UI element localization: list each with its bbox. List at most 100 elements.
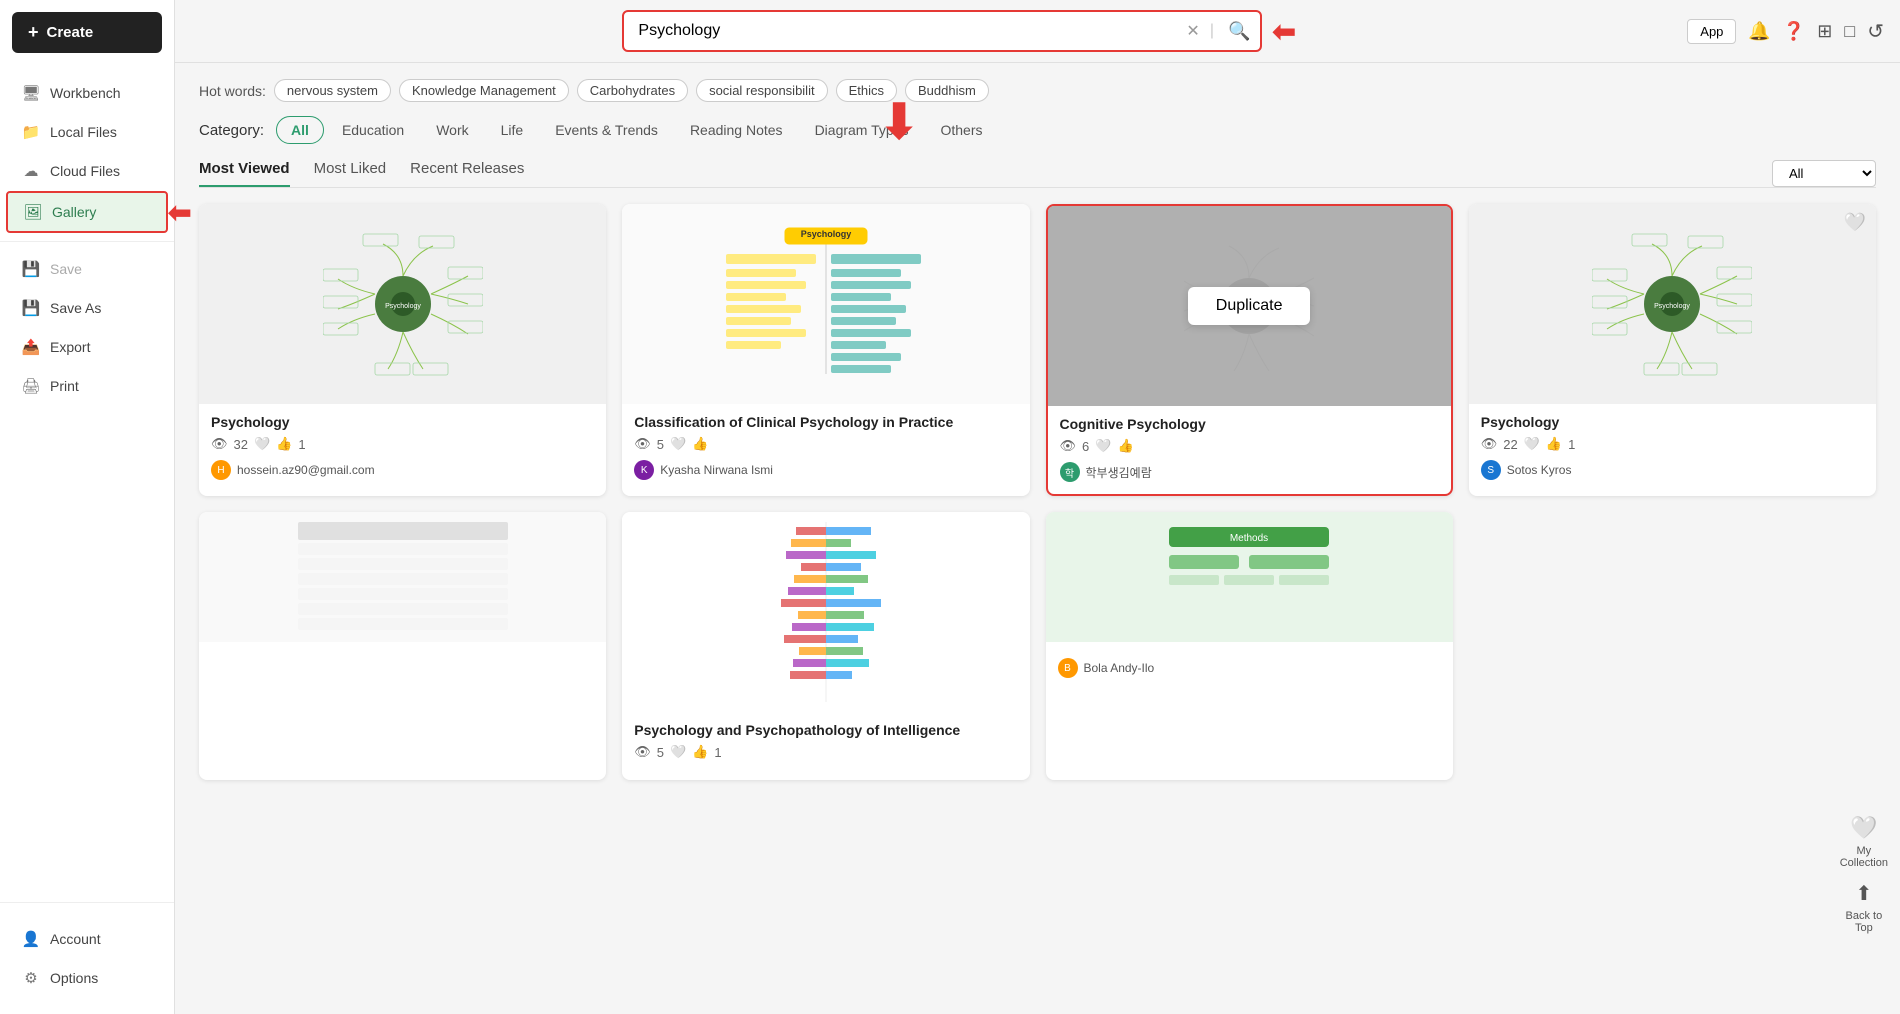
card-info-7: B Bola Andy-Ilo (1046, 642, 1453, 690)
back-to-top-icon: ⬆ (1855, 881, 1872, 906)
card-cognitive-psychology[interactable]: Duplicate Cognitive Psychology 👁 6 🤍 👍 학… (1046, 204, 1453, 496)
card-author-3: 학 학부생김예람 (1060, 462, 1439, 482)
view-count-4: 22 (1503, 437, 1517, 452)
card-author-7: B Bola Andy-Ilo (1058, 658, 1441, 678)
sidebar-item-export-label: Export (50, 339, 90, 355)
card-title-6: Psychology and Psychopathology of Intell… (634, 722, 1017, 738)
category-events[interactable]: Events & Trends (541, 117, 672, 143)
card-stats-6: 👁 5 🤍 👍 1 (634, 744, 1017, 760)
view-icon-1: 👁 (211, 436, 228, 452)
card-psychopathology[interactable]: Psychology and Psychopathology of Intell… (622, 512, 1029, 780)
sidebar-item-gallery-label: Gallery (52, 204, 96, 220)
filter-select[interactable]: All Education Work Life (1772, 160, 1876, 187)
sidebar-item-options[interactable]: ⚙ Options (6, 959, 168, 997)
card-table-5[interactable] (199, 512, 606, 780)
card-psychology-1[interactable]: Psychology (199, 204, 606, 496)
category-all[interactable]: All (276, 116, 324, 144)
author-name-3: 학부생김예람 (1086, 464, 1152, 481)
card-author-1: H hossein.az90@gmail.com (211, 460, 594, 480)
like-icon-2[interactable]: 🤍 (670, 436, 686, 452)
expand-icon[interactable]: □ (1844, 21, 1855, 42)
card-info-1: Psychology 👁 32 🤍 👍 1 H hossein.az90@gma… (199, 404, 606, 492)
create-button[interactable]: + Create (12, 12, 162, 53)
category-reading[interactable]: Reading Notes (676, 117, 797, 143)
sidebar-item-save-label: Save (50, 261, 82, 277)
like-icon-4[interactable]: 🤍 (1524, 436, 1540, 452)
tab-most-viewed[interactable]: Most Viewed (199, 160, 290, 187)
sidebar-item-cloud-files[interactable]: ☁ Cloud Files (6, 152, 168, 190)
like-count-6: 1 (714, 745, 721, 760)
hot-word-ethics[interactable]: Ethics (836, 79, 897, 102)
options-icon: ⚙ (22, 969, 40, 987)
thumb-icon-6[interactable]: 👍 (692, 744, 708, 760)
tab-recent-releases[interactable]: Recent Releases (410, 160, 524, 187)
card-thumb-5 (199, 512, 606, 642)
card-thumb-4: Psychology (1469, 204, 1876, 404)
my-collection-button[interactable]: 🤍 MyCollection (1840, 815, 1888, 869)
search-input[interactable] (624, 12, 1180, 50)
help-icon[interactable]: ❓ (1783, 21, 1805, 42)
category-life[interactable]: Life (487, 117, 538, 143)
card-psychology-4[interactable]: 🤍 Psychology (1469, 204, 1876, 496)
view-icon-4: 👁 (1481, 436, 1498, 452)
card-methods[interactable]: Methods B Bola Andy-I (1046, 512, 1453, 780)
thumb-icon-2[interactable]: 👍 (692, 436, 708, 452)
author-avatar-1: H (211, 460, 231, 480)
hot-word-knowledge-management[interactable]: Knowledge Management (399, 79, 569, 102)
sidebar-item-workbench[interactable]: 🖥 Workbench (6, 74, 168, 112)
like-icon-1[interactable]: 🤍 (254, 436, 270, 452)
my-collection-label: MyCollection (1840, 845, 1888, 869)
back-to-top-button[interactable]: ⬆ Back toTop (1846, 881, 1883, 934)
tabs-right: All Education Work Life (1772, 160, 1876, 187)
sidebar-item-local-files[interactable]: 📁 Local Files (6, 113, 168, 151)
heart-icon-4[interactable]: 🤍 (1844, 212, 1866, 233)
card-info-2: Classification of Clinical Psychology in… (622, 404, 1029, 492)
folder-icon: 📁 (22, 123, 40, 141)
sidebar-item-save[interactable]: 💾 Save (6, 250, 168, 288)
author-name-1: hossein.az90@gmail.com (237, 463, 375, 477)
author-avatar-7: B (1058, 658, 1078, 678)
search-clear-icon[interactable]: ✕ (1180, 21, 1205, 41)
tab-most-liked[interactable]: Most Liked (314, 160, 387, 187)
export-icon: 📤 (22, 338, 40, 356)
like-icon-3[interactable]: 🤍 (1095, 438, 1111, 454)
radial-diagram-1: Psychology (323, 224, 483, 384)
category-work[interactable]: Work (422, 117, 482, 143)
category-others[interactable]: Others (926, 117, 996, 143)
card-classification[interactable]: Psychology Classification of Clinical Ps… (622, 204, 1029, 496)
hot-word-carbohydrates[interactable]: Carbohydrates (577, 79, 688, 102)
sidebar-item-print[interactable]: 🖨 Print (6, 367, 168, 405)
like-icon-6[interactable]: 🤍 (670, 744, 686, 760)
refresh-button[interactable]: ↺ (1867, 19, 1884, 44)
sidebar-nav: 🖥 Workbench 📁 Local Files ☁ Cloud Files … (0, 65, 174, 894)
sidebar-item-workbench-label: Workbench (50, 85, 121, 101)
grid-icon[interactable]: ⊞ (1817, 21, 1832, 42)
sidebar-item-gallery[interactable]: 🖼 Gallery (6, 191, 168, 233)
sidebar-item-export[interactable]: 📤 Export (6, 328, 168, 366)
content-area: Hot words: nervous system Knowledge Mana… (175, 63, 1900, 1014)
app-button[interactable]: App (1687, 19, 1736, 44)
bell-icon[interactable]: 🔔 (1748, 21, 1770, 42)
hot-word-nervous-system[interactable]: nervous system (274, 79, 391, 102)
sidebar-item-save-as[interactable]: 💾 Save As (6, 289, 168, 327)
card-thumb-2: Psychology (622, 204, 1029, 404)
sidebar-item-account[interactable]: 👤 Account (6, 920, 168, 958)
category-label: Category: (199, 122, 264, 139)
category-education[interactable]: Education (328, 117, 418, 143)
sidebar-arrow-annotation: ⬅ (168, 196, 191, 229)
hot-word-social[interactable]: social responsibilit (696, 79, 828, 102)
like-count-1: 1 (298, 437, 305, 452)
cloud-icon: ☁ (22, 162, 40, 180)
category-diagram[interactable]: Diagram Types (801, 117, 923, 143)
duplicate-button[interactable]: Duplicate (1188, 287, 1311, 325)
divider2 (0, 902, 174, 903)
workbench-icon: 🖥 (22, 84, 40, 102)
svg-text:Methods: Methods (1230, 533, 1268, 544)
search-button[interactable]: 🔍 (1218, 15, 1260, 48)
thumb-icon-4[interactable]: 👍 (1546, 436, 1562, 452)
sidebar-bottom: 👤 Account ⚙ Options (0, 911, 174, 1014)
thumb-icon-3[interactable]: 👍 (1117, 438, 1133, 454)
hot-word-buddhism[interactable]: Buddhism (905, 79, 989, 102)
thumb-icon-1[interactable]: 👍 (276, 436, 292, 452)
right-panel: 🤍 MyCollection ⬆ Back toTop (1840, 815, 1888, 934)
